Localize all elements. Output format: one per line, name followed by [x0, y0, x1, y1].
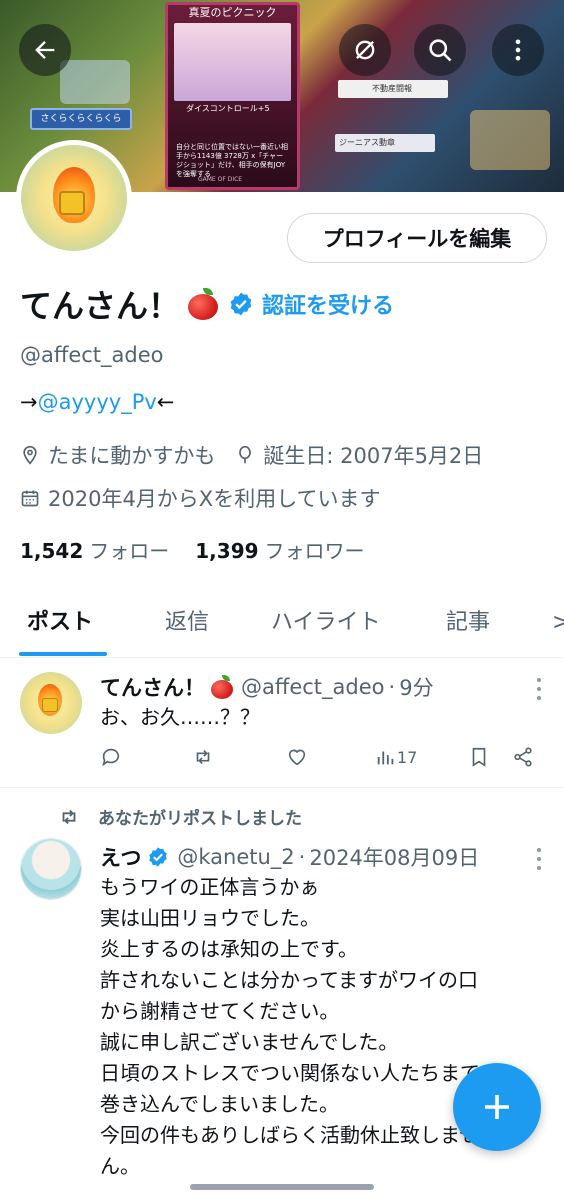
home-indicator[interactable] — [190, 1184, 374, 1190]
card-description: 自分と同じ位置ではない一番近い相手から1143億 3728万 x「チャージショッ… — [176, 143, 288, 178]
post-actions: 17 — [100, 746, 540, 776]
calendar-icon — [21, 490, 39, 507]
heart-icon — [288, 749, 306, 766]
repost-button[interactable] — [192, 746, 214, 768]
post-avatar[interactable] — [20, 838, 82, 900]
verified-badge-icon[interactable] — [228, 291, 254, 317]
joined-row: 2020年4月からXを利用しています — [20, 483, 401, 513]
repost-label: あなたがリポストしました — [98, 809, 302, 829]
post-author-handle[interactable]: @kanetu_2 — [177, 845, 294, 869]
apple-emoji-icon — [188, 288, 219, 320]
more-vertical-icon — [515, 39, 521, 61]
more-button[interactable] — [492, 24, 544, 76]
balloon-icon — [239, 445, 252, 464]
tabs-scroll-right-icon[interactable]: > — [552, 596, 564, 658]
joined-item: 2020年4月からXを利用しています — [20, 483, 381, 513]
post-text: もうワイの正体言うかぁ 実は山田リョウでした。 炎上するのは承知の上です。 許さ… — [100, 875, 480, 1178]
search-icon — [429, 39, 452, 62]
tab-posts[interactable]: ポスト — [27, 596, 93, 658]
profile-avatar[interactable] — [16, 140, 132, 256]
post-more-icon[interactable] — [536, 848, 542, 870]
card-title: 真夏のピクニック — [188, 6, 277, 19]
bookmark-icon — [472, 747, 486, 767]
apple-emoji-icon — [211, 675, 233, 699]
followers-label: フォロワー — [264, 539, 365, 563]
following-count: 1,542 — [20, 539, 84, 563]
banner-game-card: 真夏のピクニック ダイスコントロール+5 自分と同じ位置ではない一番近い相手から… — [165, 2, 300, 190]
verified-badge-icon — [149, 847, 168, 867]
location-item: たまに動かすかも — [20, 440, 215, 470]
tab-articles[interactable]: 記事 — [446, 596, 490, 658]
profile-tabs: ポスト 返信 ハイライト 記事 > — [0, 596, 564, 658]
post-more-icon[interactable] — [536, 678, 542, 700]
active-tab-indicator — [19, 652, 107, 656]
repost-icon — [62, 809, 76, 824]
post-divider — [0, 787, 564, 788]
reply-icon — [102, 748, 120, 767]
profile-handle: @affect_adeo — [20, 343, 164, 367]
repost-context: あなたがリポストしました — [58, 804, 302, 829]
following-label: フォロー — [89, 539, 170, 563]
banner-player-label: さくらくらくらくら — [30, 108, 132, 130]
post-separator: · — [388, 675, 396, 699]
bio-arrow: ← — [156, 390, 175, 414]
following-link[interactable]: 1,542 フォロー — [20, 535, 169, 564]
post-text: お、お久……？？ — [100, 705, 260, 729]
tab-replies[interactable]: 返信 — [165, 596, 209, 658]
edit-profile-button[interactable]: プロフィールを編集 — [287, 213, 547, 263]
search-button[interactable] — [414, 24, 466, 76]
post-header: てんさん！ @affect_adeo · 9分 — [100, 672, 434, 702]
post-time[interactable]: 2024年08月09日 — [309, 842, 479, 872]
share-button[interactable] — [512, 746, 534, 768]
location-pin-icon — [23, 445, 37, 465]
bio-arrow: → — [20, 390, 38, 414]
bio-mention-link[interactable]: @ayyyy_Pv — [38, 390, 157, 414]
followers-count: 1,399 — [195, 539, 259, 563]
birthday-item: 誕生日: 2007年5月2日 — [235, 440, 483, 470]
follow-counts: 1,542 フォロー 1,399 フォロワー — [20, 535, 365, 564]
post-author-name[interactable]: えつ — [100, 842, 141, 872]
birthday-text: 誕生日: 2007年5月2日 — [263, 444, 484, 468]
analytics-icon — [377, 751, 394, 765]
followers-link[interactable]: 1,399 フォロワー — [195, 535, 364, 564]
get-verified-link[interactable]: 認証を受ける — [262, 288, 394, 320]
card-skill: ダイスコントロール+5 — [186, 104, 270, 113]
card-footer: GAME OF DICE — [198, 176, 243, 183]
banner-status-label: ジーニアス動章 — [335, 134, 435, 152]
banner-tile — [470, 110, 550, 170]
repost-icon — [196, 749, 210, 765]
post-time[interactable]: 9分 — [399, 672, 433, 702]
bookmark-button[interactable] — [468, 746, 490, 768]
views-button[interactable]: 17 — [375, 746, 417, 768]
post-header: えつ @kanetu_2 · 2024年08月09日 — [100, 842, 479, 872]
profile-meta-row: たまに動かすかも 誕生日: 2007年5月2日 — [20, 440, 503, 470]
banner-status-label: 不動産闘報 — [338, 80, 448, 98]
view-count: 17 — [397, 747, 418, 767]
tab-highlights[interactable]: ハイライト — [271, 596, 381, 658]
mute-button[interactable] — [339, 24, 391, 76]
thumbs-up-icon — [59, 191, 85, 215]
location-text: たまに動かすかも — [48, 444, 216, 468]
reply-button[interactable] — [100, 746, 122, 768]
eye-slash-icon — [355, 40, 375, 60]
back-button[interactable] — [19, 24, 71, 76]
banner-tile — [60, 60, 130, 104]
profile-name: てんさん！ — [20, 287, 181, 325]
profile-name-row: てんさん！ 認証を受ける — [20, 282, 394, 326]
post-item[interactable]: てんさん！ @affect_adeo · 9分 お、お久……？？ 17 — [0, 660, 564, 788]
joined-text: 2020年4月からXを利用しています — [48, 487, 381, 511]
post-avatar[interactable] — [20, 672, 82, 734]
thumbs-up-icon — [42, 698, 58, 712]
post-author-name[interactable]: てんさん！ — [100, 672, 205, 702]
compose-button[interactable] — [453, 1063, 541, 1151]
arrow-left-icon — [35, 41, 55, 59]
post-author-handle[interactable]: @affect_adeo — [241, 675, 385, 699]
like-button[interactable] — [286, 746, 308, 768]
plus-icon — [485, 1095, 509, 1119]
profile-bio: →@ayyyy_Pv← — [20, 390, 174, 414]
card-artwork — [174, 23, 291, 101]
share-icon — [514, 747, 532, 767]
post-separator: · — [298, 845, 306, 869]
